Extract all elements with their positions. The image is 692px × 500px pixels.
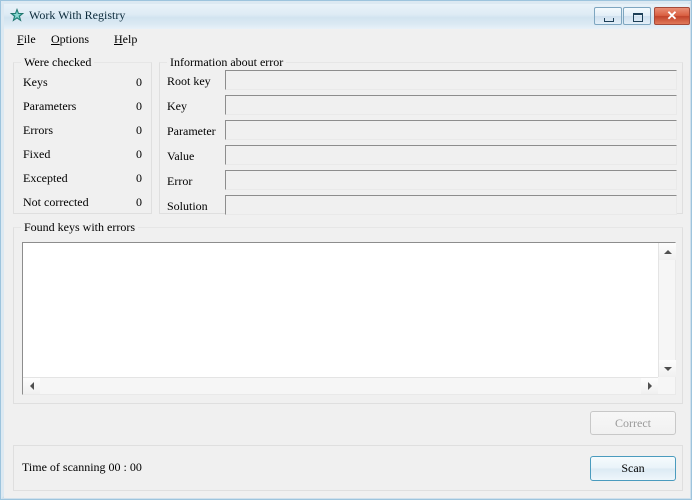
maximize-icon <box>633 13 643 22</box>
menu-help-rest: elp <box>122 32 138 46</box>
info-field-root-key[interactable] <box>225 70 677 90</box>
info-label-parameter: Parameter <box>167 124 216 138</box>
menu-bar: File Options Help <box>4 29 690 49</box>
minimize-icon <box>604 18 614 22</box>
menu-help-accel: H <box>114 32 123 46</box>
star-icon <box>9 8 25 22</box>
checked-label-excepted: Excepted <box>23 171 68 185</box>
scroll-down-icon[interactable] <box>659 360 676 377</box>
menu-options-accel: O <box>51 32 60 46</box>
info-label-root-key: Root key <box>167 74 211 88</box>
menu-item-file[interactable]: File <box>12 31 41 48</box>
found-keys-group: Found keys with errors <box>13 220 683 404</box>
scroll-right-icon[interactable] <box>641 378 658 394</box>
found-keys-listbox[interactable] <box>22 242 676 395</box>
window-title: Work With Registry <box>29 8 126 22</box>
correct-button[interactable]: Correct <box>590 411 676 435</box>
close-icon: ✕ <box>666 8 678 23</box>
menu-file-rest: ile <box>23 32 36 46</box>
information-about-error-group: Information about error Root key Key Par… <box>159 55 683 215</box>
menu-file-accel: F <box>17 32 24 46</box>
info-field-error[interactable] <box>225 170 677 190</box>
checked-label-parameters: Parameters <box>23 99 77 113</box>
checked-value-not-corrected: 0 <box>136 195 142 209</box>
scroll-left-icon[interactable] <box>23 378 40 394</box>
time-of-scanning-status: Time of scanning 00 : 00 <box>22 460 142 474</box>
checked-label-errors: Errors <box>23 123 53 137</box>
were-checked-title: Were checked <box>21 55 95 70</box>
information-about-error-title: Information about error <box>167 55 287 70</box>
vertical-scrollbar[interactable] <box>658 243 676 377</box>
info-label-value: Value <box>167 149 195 163</box>
scroll-up-icon[interactable] <box>659 243 676 260</box>
checked-label-not-corrected: Not corrected <box>23 195 89 209</box>
found-keys-title: Found keys with errors <box>21 220 138 235</box>
info-field-key[interactable] <box>225 95 677 115</box>
checked-value-errors: 0 <box>136 123 142 137</box>
were-checked-group: Were checked Keys 0 Parameters 0 Errors … <box>13 55 152 214</box>
scrollbar-corner <box>658 377 675 394</box>
close-button[interactable]: ✕ <box>654 7 690 25</box>
checked-value-excepted: 0 <box>136 171 142 185</box>
info-label-error: Error <box>167 174 193 188</box>
checked-label-keys: Keys <box>23 75 48 89</box>
checked-value-fixed: 0 <box>136 147 142 161</box>
title-bar[interactable]: Work With Registry ✕ <box>4 4 690 29</box>
found-keys-list-content[interactable] <box>23 243 658 377</box>
menu-item-help[interactable]: Help <box>109 31 142 48</box>
application-window: Work With Registry ✕ File Options Help W… <box>0 0 692 500</box>
info-field-parameter[interactable] <box>225 120 677 140</box>
info-label-key: Key <box>167 99 187 113</box>
horizontal-scrollbar[interactable] <box>23 377 658 394</box>
minimize-button[interactable] <box>594 7 622 25</box>
client-area: Were checked Keys 0 Parameters 0 Errors … <box>4 49 690 498</box>
menu-options-rest: ptions <box>59 32 90 46</box>
maximize-button[interactable] <box>623 7 651 25</box>
checked-value-parameters: 0 <box>136 99 142 113</box>
info-field-solution[interactable] <box>225 195 677 215</box>
info-label-solution: Solution <box>167 199 208 213</box>
info-field-value[interactable] <box>225 145 677 165</box>
menu-item-options[interactable]: Options <box>46 31 94 48</box>
checked-label-fixed: Fixed <box>23 147 51 161</box>
checked-value-keys: 0 <box>136 75 142 89</box>
status-panel: Time of scanning 00 : 00 <box>13 445 683 491</box>
